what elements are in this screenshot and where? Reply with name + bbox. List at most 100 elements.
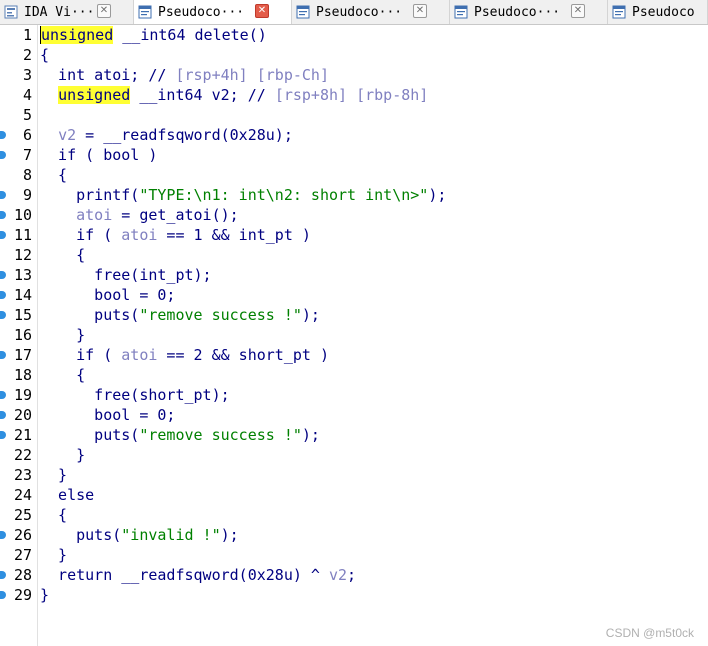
code-token: );	[428, 186, 447, 204]
code-line[interactable]: 10 atoi = get_atoi();	[0, 205, 708, 225]
line-number: 18	[13, 366, 32, 384]
code-text[interactable]: puts("invalid !");	[40, 525, 239, 545]
tab-ida-view[interactable]: IDA Vi··· ✕	[0, 0, 134, 24]
code-line[interactable]: 19 free(short_pt);	[0, 385, 708, 405]
code-line[interactable]: 12 {	[0, 245, 708, 265]
breakpoint-marker-icon[interactable]	[0, 391, 6, 399]
breakpoint-marker-icon[interactable]	[0, 211, 6, 219]
code-line[interactable]: 15 puts("remove success !");	[0, 305, 708, 325]
code-line[interactable]: 9 printf("TYPE:\n1: int\n2: short int\n>…	[0, 185, 708, 205]
code-text[interactable]: {	[40, 365, 85, 385]
code-text[interactable]: {	[40, 165, 67, 185]
code-line[interactable]: 21 puts("remove success !");	[0, 425, 708, 445]
code-line[interactable]: 2{	[0, 45, 708, 65]
code-line[interactable]: 8 {	[0, 165, 708, 185]
code-token: {	[40, 246, 86, 264]
code-line[interactable]: 26 puts("invalid !");	[0, 525, 708, 545]
code-text[interactable]: else	[40, 485, 94, 505]
breakpoint-marker-icon[interactable]	[0, 591, 6, 599]
code-line[interactable]: 13 free(int_pt);	[0, 265, 708, 285]
code-text[interactable]: if ( bool )	[40, 145, 157, 165]
code-line[interactable]: 25 {	[0, 505, 708, 525]
breakpoint-marker-icon[interactable]	[0, 271, 6, 279]
code-text[interactable]: {	[40, 45, 49, 65]
tab-label: Pseudoco···	[474, 4, 561, 20]
breakpoint-marker-icon[interactable]	[0, 131, 6, 139]
code-text[interactable]: puts("remove success !");	[40, 305, 320, 325]
code-line[interactable]: 4 unsigned __int64 v2; // [rsp+8h] [rbp-…	[0, 85, 708, 105]
breakpoint-marker-icon[interactable]	[0, 571, 6, 579]
code-text[interactable]: }	[40, 585, 49, 605]
pseudocode-icon	[612, 5, 626, 19]
code-text[interactable]: return __readfsqword(0x28u) ^ v2;	[40, 565, 356, 585]
code-line[interactable]: 3 int atoi; // [rsp+4h] [rbp-Ch]	[0, 65, 708, 85]
breakpoint-marker-icon[interactable]	[0, 411, 6, 419]
pseudocode-icon	[138, 5, 152, 19]
code-line[interactable]: 18 {	[0, 365, 708, 385]
close-icon[interactable]: ✕	[255, 4, 269, 18]
code-text[interactable]: {	[40, 245, 85, 265]
code-line[interactable]: 29}	[0, 585, 708, 605]
code-line[interactable]: 20 bool = 0;	[0, 405, 708, 425]
code-text[interactable]: bool = 0;	[40, 405, 175, 425]
code-text[interactable]: printf("TYPE:\n1: int\n2: short int\n>")…	[40, 185, 446, 205]
code-text[interactable]: }	[40, 545, 67, 565]
code-token: }	[40, 546, 68, 564]
code-line[interactable]: 1 unsigned __int64 delete()	[0, 25, 708, 45]
code-line[interactable]: 6 v2 = __readfsqword(0x28u);	[0, 125, 708, 145]
code-line[interactable]: 22 }	[0, 445, 708, 465]
pseudocode-editor[interactable]: 1 unsigned __int64 delete() 2{3 int atoi; …	[0, 25, 708, 646]
code-text[interactable]: free(short_pt);	[40, 385, 229, 405]
tab-pseudocode-d[interactable]: Pseudoco	[608, 0, 708, 24]
code-text[interactable]: v2 = __readfsqword(0x28u);	[40, 125, 293, 145]
code-text[interactable]: if ( atoi == 1 && int_pt )	[40, 225, 311, 245]
breakpoint-marker-icon[interactable]	[0, 351, 6, 359]
breakpoint-marker-icon[interactable]	[0, 191, 6, 199]
code-line[interactable]: 24 else	[0, 485, 708, 505]
code-text[interactable]: }	[40, 445, 85, 465]
tab-label: Pseudoco···	[158, 4, 245, 20]
tab-pseudocode-c[interactable]: Pseudoco··· ✕	[450, 0, 608, 24]
code-line[interactable]: 16 }	[0, 325, 708, 345]
code-line[interactable]: 27 }	[0, 545, 708, 565]
breakpoint-marker-icon[interactable]	[0, 231, 6, 239]
code-token: puts(	[40, 306, 140, 324]
breakpoint-marker-icon[interactable]	[0, 431, 6, 439]
breakpoint-marker-icon[interactable]	[0, 291, 6, 299]
code-text[interactable]: int atoi; // [rsp+4h] [rbp-Ch]	[40, 65, 329, 85]
line-number: 19	[13, 386, 32, 404]
code-text[interactable]: free(int_pt);	[40, 265, 211, 285]
code-line[interactable]: 7 if ( bool )	[0, 145, 708, 165]
code-line[interactable]: 5	[0, 105, 708, 125]
code-token: puts(	[40, 526, 122, 544]
code-token: bool = 0;	[40, 406, 176, 424]
code-line[interactable]: 23 }	[0, 465, 708, 485]
breakpoint-marker-icon[interactable]	[0, 531, 6, 539]
tab-label: Pseudoco	[632, 4, 695, 20]
code-text[interactable]: atoi = get_atoi();	[40, 205, 239, 225]
code-line[interactable]: 11 if ( atoi == 1 && int_pt )	[0, 225, 708, 245]
close-icon[interactable]: ✕	[413, 4, 427, 18]
code-line[interactable]: 17 if ( atoi == 2 && short_pt )	[0, 345, 708, 365]
tab-pseudocode-b[interactable]: Pseudoco··· ✕	[292, 0, 450, 24]
close-icon[interactable]: ✕	[97, 4, 111, 18]
code-text[interactable]: }	[40, 465, 67, 485]
code-text[interactable]: unsigned __int64 v2; // [rsp+8h] [rbp-8h…	[40, 85, 428, 105]
code-text[interactable]: unsigned __int64 delete()	[40, 25, 267, 45]
code-text[interactable]: puts("remove success !");	[40, 425, 320, 445]
code-text[interactable]: {	[40, 505, 67, 525]
line-number: 10	[13, 206, 32, 224]
code-text[interactable]: bool = 0;	[40, 285, 175, 305]
code-text[interactable]: if ( atoi == 2 && short_pt )	[40, 345, 329, 365]
breakpoint-marker-icon[interactable]	[0, 311, 6, 319]
code-token: "remove success !"	[139, 306, 302, 324]
code-line[interactable]: 28 return __readfsqword(0x28u) ^ v2;	[0, 565, 708, 585]
code-text[interactable]: }	[40, 325, 85, 345]
breakpoint-marker-icon[interactable]	[0, 151, 6, 159]
line-number: 28	[13, 566, 32, 584]
tab-pseudocode-a[interactable]: Pseudoco··· ✕	[134, 0, 292, 24]
code-token: ;	[347, 566, 357, 584]
code-token: unsigned	[41, 26, 114, 44]
close-icon[interactable]: ✕	[571, 4, 585, 18]
code-line[interactable]: 14 bool = 0;	[0, 285, 708, 305]
